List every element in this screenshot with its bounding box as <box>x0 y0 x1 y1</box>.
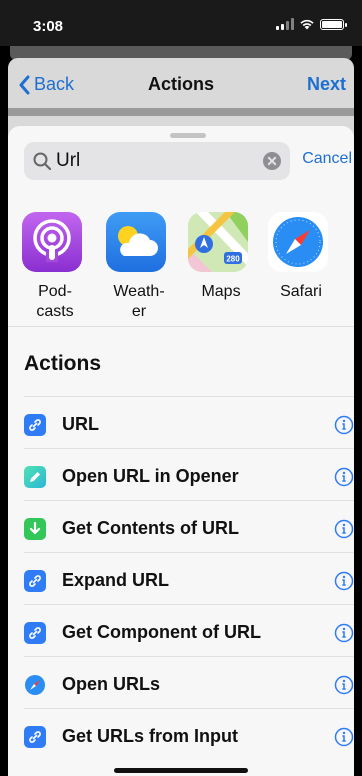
link-icon <box>24 726 46 748</box>
search-input[interactable] <box>56 142 256 180</box>
action-label: Get Component of URL <box>62 622 261 642</box>
action-label: Get URLs from Input <box>62 726 238 746</box>
link-icon <box>24 414 46 436</box>
download-arrow-icon <box>24 518 46 540</box>
link-icon <box>24 570 46 592</box>
info-icon[interactable] <box>334 623 354 643</box>
status-bar: 3:08 <box>0 0 362 46</box>
action-label: Get Contents of URL <box>62 518 239 538</box>
app-safari[interactable]: Safari <box>268 212 334 302</box>
podcasts-icon <box>22 212 82 272</box>
info-icon[interactable] <box>334 571 354 591</box>
app-maps[interactable]: 280 Maps <box>188 212 254 302</box>
search-icon <box>33 152 52 171</box>
status-icons <box>276 18 347 30</box>
app-label: Pod- casts <box>36 283 74 316</box>
app-suggestions: Pod- casts Weath- er 280 Maps Safari <box>22 212 352 320</box>
action-row-open-url-in-opener[interactable]: Open URL in Opener <box>24 448 354 500</box>
action-row-expand-url[interactable]: Expand URL <box>24 552 354 604</box>
cancel-button[interactable]: Cancel <box>302 150 352 168</box>
info-icon[interactable] <box>334 675 354 695</box>
svg-text:280: 280 <box>226 255 240 264</box>
info-icon[interactable] <box>334 467 354 487</box>
action-label: Open URL in Opener <box>62 466 239 486</box>
search-box[interactable] <box>24 142 290 180</box>
app-weather[interactable]: Weath- er <box>106 212 172 316</box>
info-icon[interactable] <box>334 415 354 435</box>
cellular-signal-icon <box>276 18 294 30</box>
action-label: Open URLs <box>62 674 161 694</box>
action-label: Expand URL <box>62 570 170 590</box>
status-time: 3:08 <box>33 18 64 35</box>
action-row-get-urls-from-input[interactable]: Get URLs from Input <box>24 708 354 760</box>
app-label: Safari <box>280 283 322 300</box>
home-indicator[interactable] <box>114 768 248 773</box>
action-label: URL <box>62 414 99 434</box>
action-row-get-contents-of-url[interactable]: Get Contents of URL <box>24 500 354 552</box>
search-row: Cancel <box>24 142 352 180</box>
section-title: Actions <box>24 352 102 375</box>
weather-icon <box>106 212 166 272</box>
action-list: URL Open URL in Opener Get Contents of U… <box>24 396 354 760</box>
clear-search-icon[interactable] <box>263 152 281 170</box>
nav-divider <box>8 108 354 116</box>
wifi-icon <box>300 19 314 30</box>
app-label: Weath- er <box>113 283 165 316</box>
battery-icon <box>320 18 347 30</box>
next-button[interactable]: Next <box>307 74 346 95</box>
info-icon[interactable] <box>334 519 354 539</box>
nav-title: Actions <box>147 74 214 94</box>
app-podcasts[interactable]: Pod- casts <box>22 212 88 316</box>
action-picker-sheet: Cancel Pod- casts <box>8 126 354 776</box>
action-row-open-urls[interactable]: Open URLs <box>24 656 354 708</box>
action-row-url[interactable]: URL <box>24 396 354 448</box>
maps-icon: 280 <box>188 212 248 272</box>
safari-compass-icon <box>24 674 46 696</box>
safari-icon <box>268 212 328 272</box>
link-icon <box>24 622 46 644</box>
app-label: Maps <box>201 283 241 300</box>
pencil-icon <box>24 466 46 488</box>
action-row-get-component-of-url[interactable]: Get Component of URL <box>24 604 354 656</box>
divider <box>8 326 354 327</box>
info-icon[interactable] <box>334 727 354 747</box>
sheet-grabber[interactable] <box>170 133 206 138</box>
